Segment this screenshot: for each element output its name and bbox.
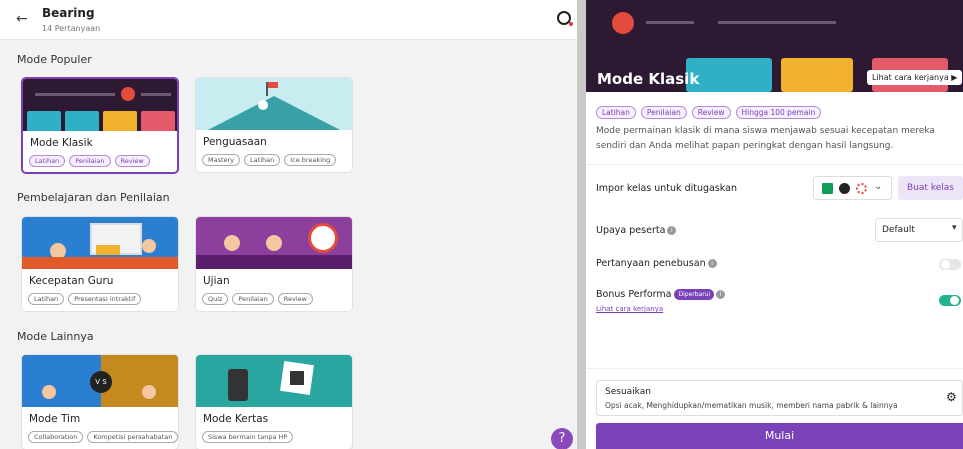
- card-name: Mode Kertas: [203, 413, 269, 425]
- card-name: Mode Klasik: [30, 137, 93, 149]
- tag: Kompetisi persahabatan: [87, 431, 178, 443]
- card-tags: Collaboration Kompetisi persahabatan: [28, 431, 178, 443]
- card-name: Penguasaan: [203, 136, 267, 148]
- card-name: Kecepatan Guru: [29, 275, 114, 287]
- mode-emblem-icon: [612, 12, 634, 34]
- mode-title: Mode Klasik: [597, 70, 700, 88]
- tag: Penilaian: [640, 106, 687, 119]
- pane-divider[interactable]: [577, 0, 586, 449]
- top-bar: ← Bearing 14 Pertanyaan: [0, 0, 577, 40]
- bonus-how-link[interactable]: Lihat cara kerjanya: [596, 305, 663, 313]
- section-title-popular: Mode Populer: [17, 53, 92, 66]
- card-tags: Latihan Presentasi intraktif: [28, 293, 142, 305]
- card-tags: Quiz Penilaian Review: [202, 293, 313, 305]
- decor-bar: [718, 21, 836, 24]
- redemption-row: Pertanyaan penebusan i: [596, 258, 717, 269]
- card-tags: Siswa bermain tanpa HP: [202, 431, 294, 443]
- redemption-label: Pertanyaan penebusan: [596, 258, 706, 269]
- card-name: Ujian: [203, 275, 230, 287]
- bonus-row: Bonus Performa Diperbarui i: [596, 289, 726, 300]
- mode-card-kertas[interactable]: Mode Kertas Siswa bermain tanpa HP: [195, 354, 353, 449]
- info-icon[interactable]: i: [707, 259, 717, 268]
- attempts-label: Upaya peserta: [596, 225, 666, 236]
- mode-card-klasik[interactable]: Mode Klasik Latihan Penilaian Review: [21, 77, 179, 174]
- ujian-illustration: [196, 217, 352, 269]
- tag: Latihan: [596, 106, 636, 119]
- bonus-label: Bonus Performa: [596, 289, 672, 300]
- arrow-left-icon[interactable]: ←: [16, 11, 28, 27]
- help-button[interactable]: ?: [551, 428, 573, 449]
- caret-down-icon: ▾: [952, 223, 957, 233]
- bonus-toggle[interactable]: [939, 295, 961, 306]
- quiz-title: Bearing: [42, 6, 95, 20]
- tag: Latihan: [28, 293, 65, 305]
- mode-card-kecepatan-guru[interactable]: Kecepatan Guru Latihan Presentasi intrak…: [21, 216, 179, 312]
- attempts-value: Default: [882, 225, 915, 235]
- mode-card-tim[interactable]: V S Mode Tim Collaboration Kompetisi per…: [21, 354, 179, 449]
- google-classroom-icon: [822, 183, 833, 194]
- how-it-works-button[interactable]: Lihat cara kerjanya ▶: [867, 70, 963, 85]
- decor-tile: [781, 58, 853, 92]
- gear-icon[interactable]: ⚙: [946, 390, 957, 404]
- tag: Siswa bermain tanpa HP: [202, 431, 294, 443]
- quizizz-logo-icon: [557, 11, 573, 26]
- section-title-learning: Pembelajaran dan Penilaian: [17, 191, 170, 204]
- tag: Penilaian: [232, 293, 274, 305]
- create-class-button[interactable]: Buat kelas: [898, 176, 963, 200]
- mode-tags: Latihan Penilaian Review Hingga 100 pema…: [596, 106, 822, 119]
- info-icon[interactable]: i: [667, 226, 677, 235]
- decor-bar: [646, 21, 694, 24]
- import-class-label: Impor kelas untuk ditugaskan: [596, 183, 737, 194]
- tag: Hingga 100 pemain: [735, 106, 822, 119]
- tag: Presentasi intraktif: [68, 293, 142, 305]
- card-tags: Latihan Penilaian Review: [29, 155, 150, 167]
- canvas-icon: [856, 183, 867, 194]
- info-icon[interactable]: i: [716, 290, 726, 299]
- kecepatan-guru-illustration: [22, 217, 178, 269]
- tag: Latihan: [29, 155, 66, 167]
- mode-card-penguasaan[interactable]: Penguasaan Mastery Latihan Ice breaking: [195, 77, 353, 173]
- question-count: 14 Pertanyaan: [42, 24, 101, 33]
- attempts-row: Upaya peserta i: [596, 225, 677, 236]
- import-class-select[interactable]: ⌄: [813, 176, 892, 200]
- chevron-down-icon: ⌄: [874, 181, 883, 192]
- card-name: Mode Tim: [29, 413, 81, 425]
- mode-detail-pane: Mode Klasik Lihat cara kerjanya ▶ Latiha…: [586, 0, 963, 449]
- tag: Quiz: [202, 293, 229, 305]
- tag: Review: [277, 293, 313, 305]
- customize-title: Sesuaikan: [605, 387, 651, 397]
- kertas-illustration: [196, 355, 352, 407]
- klasik-illustration: [23, 79, 177, 131]
- section-title-other: Mode Lainnya: [17, 330, 94, 343]
- mode-list-pane: ← Bearing 14 Pertanyaan Mode Populer Pem…: [0, 0, 577, 449]
- tag: Review: [114, 155, 150, 167]
- start-button[interactable]: Mulai: [596, 423, 963, 449]
- tag: Penilaian: [69, 155, 111, 167]
- tag: Collaboration: [28, 431, 84, 443]
- tim-illustration: V S: [22, 355, 178, 407]
- tag: Ice breaking: [284, 154, 337, 166]
- mode-card-ujian[interactable]: Ujian Quiz Penilaian Review: [195, 216, 353, 312]
- tag: Latihan: [244, 154, 281, 166]
- penguasaan-illustration: [196, 78, 352, 130]
- attempts-select[interactable]: Default ▾: [875, 218, 963, 242]
- tag: Mastery: [202, 154, 241, 166]
- mode-description: Mode permainan klasik di mana siswa menj…: [596, 126, 935, 151]
- tag: Review: [691, 106, 731, 119]
- customize-box[interactable]: Sesuaikan Opsi acak, Menghidupkan/memati…: [596, 380, 963, 416]
- schoology-icon: [839, 183, 850, 194]
- updated-badge: Diperbarui: [674, 289, 715, 300]
- card-tags: Mastery Latihan Ice breaking: [202, 154, 337, 166]
- customize-desc: Opsi acak, Menghidupkan/mematikan musik,…: [605, 401, 898, 410]
- mode-hero: Mode Klasik Lihat cara kerjanya ▶: [586, 0, 963, 92]
- divider: [586, 368, 963, 369]
- redemption-toggle[interactable]: [939, 259, 961, 270]
- divider: [586, 164, 963, 165]
